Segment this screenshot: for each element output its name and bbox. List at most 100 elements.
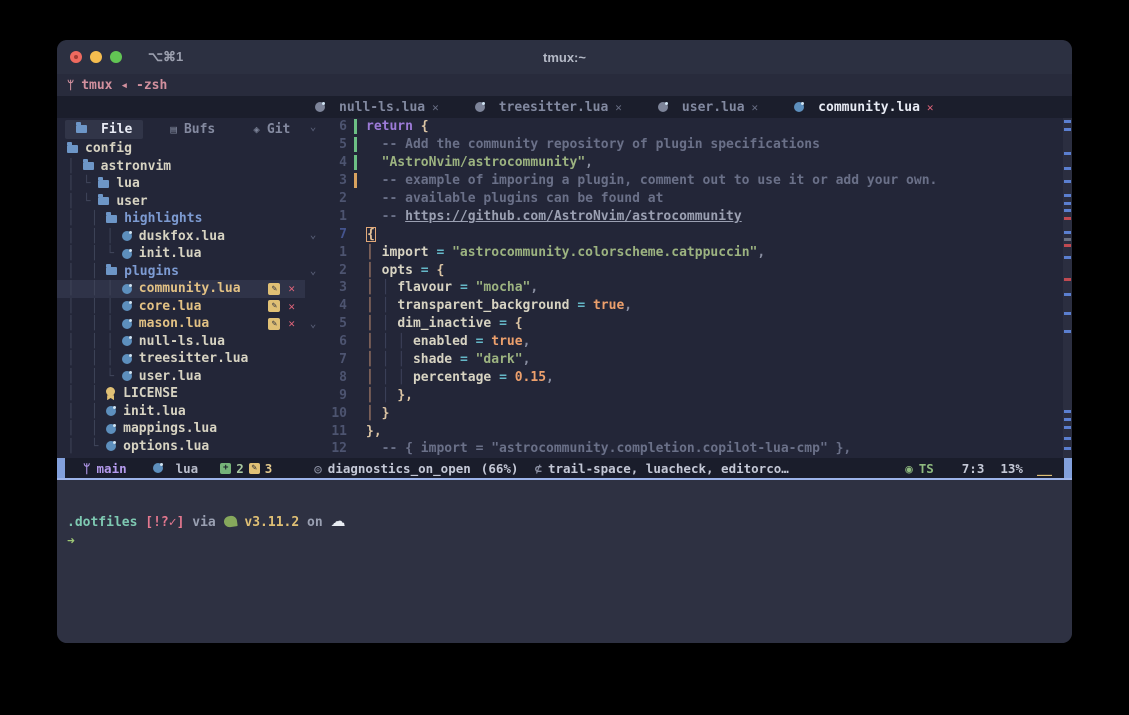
close-icon[interactable]: ✕	[288, 317, 295, 330]
code-line: 4│ │ transparent_background = true,	[305, 297, 1072, 315]
tree-item-LICENSE[interactable]: │ │ LICENSE	[57, 385, 305, 403]
git-sign	[354, 441, 357, 456]
code-token: },	[397, 388, 413, 403]
code-token: }	[382, 406, 390, 421]
scroll-mark	[1064, 447, 1071, 450]
tree-item-lua[interactable]: │ └ lua	[57, 175, 305, 193]
close-icon[interactable]: ✕	[288, 282, 295, 295]
folder-icon	[76, 125, 87, 133]
code-token: =	[460, 352, 468, 367]
code-token	[366, 155, 382, 170]
tree-indent-guides: │ │	[67, 386, 106, 401]
tree-item-mappings.lua[interactable]: │ │ mappings.lua	[57, 420, 305, 438]
sidebar-tab-file[interactable]: File	[65, 120, 143, 139]
fold-icon[interactable]: ⌄	[305, 120, 321, 133]
editor-pane[interactable]: ⌄6return {5 -- Add the community reposit…	[305, 118, 1072, 458]
code-token: {	[366, 227, 376, 242]
tree-item-init.lua[interactable]: │ │ └ init.lua	[57, 245, 305, 263]
sidebar-tab-label: Bufs	[184, 122, 215, 137]
code-line: ⌄2│ opts = {	[305, 261, 1072, 279]
tree-item-mason.lua[interactable]: │ │ │ mason.lua✎✕	[57, 315, 305, 333]
git-sign	[354, 352, 357, 367]
tree-item-highlights[interactable]: │ │ highlights	[57, 210, 305, 228]
git-status-segment[interactable]: + 2 ✎ 3	[220, 461, 272, 476]
tree-item-label: highlights	[124, 211, 202, 226]
window-shortcut: ⌥⌘1	[148, 49, 183, 65]
tree-item-config[interactable]: config	[57, 140, 305, 158]
tree-item-label: mappings.lua	[123, 421, 217, 436]
code-token: -- { import = "astrocommunity.completion…	[382, 441, 852, 456]
scroll-mark	[1064, 312, 1071, 315]
tree-item-label: null-ls.lua	[139, 334, 225, 349]
buffer-tabline: null-ls.lua✕treesitter.lua✕user.lua✕comm…	[57, 96, 1072, 118]
git-added-count: 2	[236, 461, 244, 476]
buffer-tab-community.lua[interactable]: community.lua✕	[794, 100, 933, 115]
tab-close-icon[interactable]: ✕	[615, 101, 622, 114]
code-token	[468, 280, 476, 295]
code-token: ,	[523, 352, 531, 367]
fold-icon[interactable]: ⌄	[305, 317, 321, 330]
tree-item-duskfox.lua[interactable]: │ │ │ duskfox.lua	[57, 228, 305, 246]
tab-close-icon[interactable]: ✕	[752, 101, 759, 114]
scroll-mark	[1064, 209, 1071, 212]
tree-item-badges: ✎✕	[268, 300, 295, 313]
close-icon[interactable]: ✕	[288, 300, 295, 313]
tab-close-icon[interactable]: ✕	[927, 101, 934, 114]
tree-item-label: core.lua	[139, 299, 202, 314]
code-line: 6│ │ │ enabled = true,	[305, 333, 1072, 351]
tree-item-plugins[interactable]: │ │ plugins	[57, 263, 305, 281]
scrollbar-marks[interactable]	[1063, 118, 1072, 458]
tmux-session-line: ᛘ tmux ◂ -zsh	[57, 74, 1072, 96]
fold-icon[interactable]: ⌄	[305, 228, 321, 241]
code-token: =	[476, 334, 484, 349]
git-sign	[354, 334, 357, 349]
sidebar-tab-bufs[interactable]: ▤Bufs	[159, 120, 226, 139]
tmux-session-text: tmux ◂ -zsh	[81, 78, 167, 93]
tree-item-core.lua[interactable]: │ │ │ core.lua✎✕	[57, 298, 305, 316]
tree-item-init.lua[interactable]: │ │ init.lua	[57, 403, 305, 421]
code-token	[366, 441, 382, 456]
shell-pane[interactable]: .dotfiles [!?✓] via v3.11.2 on ☁ ➜	[57, 480, 1072, 643]
lua-icon	[794, 102, 804, 112]
code-token: opts	[382, 263, 413, 278]
code-token: "AstroNvim/astrocommunity"	[382, 155, 586, 170]
git-sign	[354, 263, 357, 278]
tree-item-options.lua[interactable]: │ └ options.lua	[57, 438, 305, 456]
titlebar[interactable]: ⌥⌘1 tmux:~	[57, 40, 1072, 74]
code-token: │	[366, 316, 382, 331]
git-branch-segment[interactable]: ᛘ main	[83, 461, 127, 476]
diagnostics-segment[interactable]: ◎ diagnostics_on_open	[314, 461, 471, 476]
line-number: 4	[321, 298, 347, 313]
code-line: 3│ │ flavour = "mocha",	[305, 279, 1072, 297]
buffer-tab-treesitter.lua[interactable]: treesitter.lua ✕	[475, 100, 622, 115]
buffer-tab-label: treesitter.lua	[499, 100, 609, 115]
cursor-position: 7:3	[962, 461, 985, 476]
scroll-mark	[1064, 120, 1071, 123]
prompt-git: [!?✓]	[145, 515, 184, 530]
tree-indent-guides: │ │ │	[67, 281, 122, 296]
buffer-tab-null-ls.lua[interactable]: null-ls.lua✕	[315, 100, 439, 115]
lua-icon	[122, 319, 132, 329]
tree-item-user.lua[interactable]: │ │ └ user.lua	[57, 368, 305, 386]
tree-item-astronvim[interactable]: │ astronvim	[57, 158, 305, 176]
tree-item-treesitter.lua[interactable]: │ │ │ treesitter.lua	[57, 350, 305, 368]
tree-indent-guides: │ │	[67, 264, 106, 279]
lua-icon	[122, 336, 132, 346]
tree-indent-guides: │ │ │	[67, 351, 122, 366]
prompt-dim: on	[307, 515, 323, 530]
line-number: 4	[321, 155, 347, 170]
modified-icon: ✎	[268, 300, 280, 312]
sidebar-tab-git[interactable]: ◈Git	[242, 120, 301, 139]
tree-item-null-ls.lua[interactable]: │ │ │ null-ls.lua	[57, 333, 305, 351]
tab-close-icon[interactable]: ✕	[432, 101, 439, 114]
code-token: │	[366, 370, 382, 385]
tree-item-user[interactable]: │ └ user	[57, 193, 305, 211]
treesitter-icon: ◉	[905, 461, 913, 476]
treesitter-label: TS	[919, 461, 934, 476]
fold-icon[interactable]: ⌄	[305, 264, 321, 277]
git-branch-name: main	[97, 461, 127, 476]
prompt-dir: .dotfiles	[67, 515, 137, 530]
buffer-tab-user.lua[interactable]: user.lua✕	[658, 100, 758, 115]
git-sign	[354, 137, 357, 152]
tree-item-community.lua[interactable]: │ │ │ community.lua✎✕	[57, 280, 305, 298]
